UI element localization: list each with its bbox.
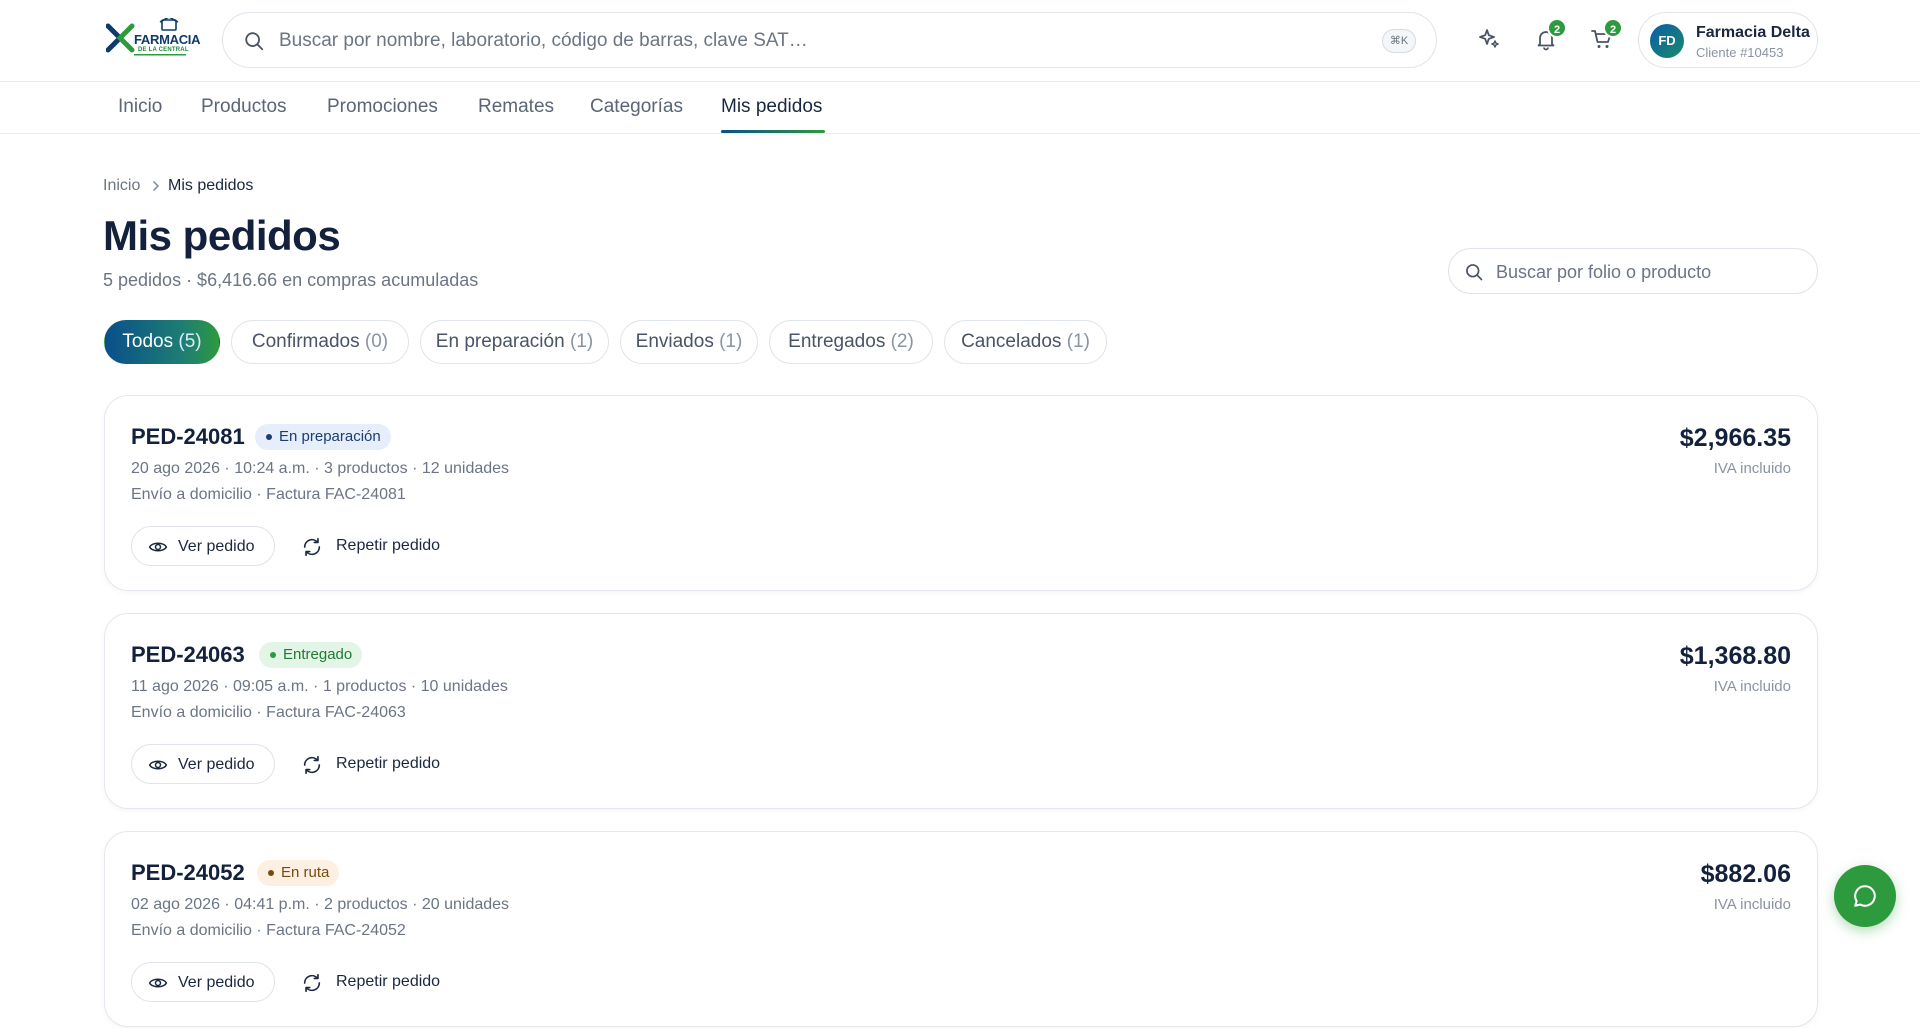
account-client-number: Cliente #10453	[1696, 45, 1784, 60]
filter-entregados[interactable]: Entregados (2)	[769, 320, 933, 364]
filter-label: Cancelados	[961, 331, 1062, 352]
page-title: Mis pedidos	[103, 212, 341, 259]
filter-label: Entregados	[788, 331, 886, 352]
chat-bubble-icon	[1854, 885, 1876, 907]
view-order-button[interactable]: Ver pedido	[131, 744, 275, 784]
eye-icon	[148, 760, 168, 770]
order-date-items: 20 ago 2026 · 10:24 a.m. · 3 productos ·…	[131, 460, 510, 477]
repeat-order-label: Repetir pedido	[336, 973, 441, 990]
filter-count: (5)	[178, 331, 202, 352]
repeat-order-button[interactable]: Repetir pedido	[299, 962, 449, 1002]
main-nav: Inicio Productos Promociones Remates Cat…	[0, 82, 1920, 134]
order-total: $882.06	[1700, 860, 1791, 888]
status-badge: En ruta	[257, 860, 340, 886]
view-order-label: Ver pedido	[178, 974, 255, 991]
status-dot	[270, 652, 276, 658]
brand-logo[interactable]: FARMACIA DE LA CENTRAL	[105, 16, 201, 60]
avatar: FD	[1650, 24, 1684, 58]
order-tax-note: IVA incluido	[1713, 460, 1791, 477]
filter-count: (1)	[1066, 331, 1090, 352]
global-search[interactable]: Buscar por nombre, laboratorio, código d…	[222, 12, 1437, 68]
nav-item-categorias[interactable]: Categorías	[590, 96, 683, 118]
filter-count: (1)	[719, 331, 743, 352]
order-date-items: 02 ago 2026 · 04:41 p.m. · 2 productos ·…	[131, 896, 510, 913]
chevron-right-icon	[153, 181, 160, 191]
order-tax-note: IVA incluido	[1713, 678, 1791, 695]
nav-item-promociones[interactable]: Promociones	[327, 96, 438, 118]
top-header: FARMACIA DE LA CENTRAL Buscar por nombre…	[0, 0, 1920, 82]
order-date-items: 11 ago 2026 · 09:05 a.m. · 1 productos ·…	[131, 678, 508, 695]
account-menu[interactable]: FD Farmacia Delta Cliente #10453	[1638, 12, 1818, 68]
filter-count: (2)	[890, 331, 914, 352]
filter-enviados[interactable]: Enviados (1)	[620, 320, 758, 364]
repeat-order-button[interactable]: Repetir pedido	[299, 526, 449, 566]
search-icon	[1466, 264, 1483, 281]
order-shipping-invoice: Envío a domicilio · Factura FAC-24052	[131, 922, 406, 939]
order-folio: PED-24052	[131, 860, 245, 885]
filter-cancelados[interactable]: Cancelados (1)	[944, 320, 1107, 364]
filter-count: (1)	[569, 331, 594, 352]
eye-icon	[148, 542, 168, 552]
refresh-icon	[303, 973, 321, 993]
status-dot	[266, 434, 272, 440]
global-search-input[interactable]: Buscar por nombre, laboratorio, código d…	[279, 30, 808, 52]
nav-item-inicio[interactable]: Inicio	[118, 96, 162, 118]
order-card[interactable]: PED-24052 En ruta 02 ago 2026 · 04:41 p.…	[104, 831, 1818, 1027]
filter-label: Confirmados	[251, 331, 360, 352]
search-icon	[245, 32, 264, 51]
notifications-badge: 2	[1547, 18, 1567, 38]
logo-subtitle: DE LA CENTRAL	[138, 47, 189, 53]
filter-label: Todos	[122, 331, 174, 352]
order-tax-note: IVA incluido	[1713, 896, 1791, 913]
order-shipping-invoice: Envío a domicilio · Factura FAC-24081	[131, 486, 406, 503]
filter-todos[interactable]: Todos (5)	[104, 320, 220, 364]
logo-wordmark: FARMACIA	[134, 32, 201, 47]
order-card[interactable]: PED-24063 Entregado 11 ago 2026 · 09:05 …	[104, 613, 1818, 809]
order-total: $1,368.80	[1679, 642, 1791, 670]
repeat-order-label: Repetir pedido	[336, 755, 441, 772]
filter-count: (0)	[364, 331, 389, 352]
status-label: En ruta	[281, 864, 330, 881]
status-badge: Entregado	[259, 642, 363, 668]
nav-item-remates[interactable]: Remates	[478, 96, 554, 118]
cart-badge: 2	[1603, 18, 1623, 38]
refresh-icon	[303, 755, 321, 775]
order-folio: PED-24081	[131, 424, 245, 449]
folio-search-input[interactable]: Buscar por folio o producto	[1496, 262, 1711, 283]
status-label: En preparación	[279, 428, 381, 445]
nav-item-productos[interactable]: Productos	[201, 96, 287, 118]
order-total: $2,966.35	[1679, 424, 1791, 452]
view-order-label: Ver pedido	[178, 538, 255, 555]
assistant-button[interactable]	[1472, 22, 1506, 56]
nav-item-mis-pedidos[interactable]: Mis pedidos	[721, 96, 822, 118]
status-badge: En preparación	[255, 424, 391, 450]
filter-label: Enviados	[635, 331, 714, 352]
filter-en-preparacion[interactable]: En preparación (1)	[420, 320, 609, 364]
breadcrumb-home[interactable]: Inicio	[103, 177, 140, 195]
repeat-order-label: Repetir pedido	[336, 537, 441, 554]
repeat-order-button[interactable]: Repetir pedido	[299, 744, 449, 784]
status-dot	[268, 870, 274, 876]
status-label: Entregado	[283, 646, 353, 663]
nav-active-indicator	[721, 130, 825, 133]
filter-label: En preparación	[435, 331, 565, 352]
breadcrumb-current: Mis pedidos	[168, 177, 254, 194]
folio-search[interactable]: Buscar por folio o producto	[1448, 248, 1818, 294]
refresh-icon	[303, 537, 321, 557]
sparkles-icon	[1479, 29, 1499, 48]
view-order-button[interactable]: Ver pedido	[131, 526, 275, 566]
order-folio: PED-24063	[131, 642, 245, 667]
search-shortcut-hint: ⌘K	[1382, 29, 1416, 53]
filter-confirmados[interactable]: Confirmados (0)	[231, 320, 409, 364]
order-card[interactable]: PED-24081 En preparación 20 ago 2026 · 1…	[104, 395, 1818, 591]
view-order-button[interactable]: Ver pedido	[131, 962, 275, 1002]
eye-icon	[148, 978, 168, 988]
cart-button[interactable]: 2	[1585, 18, 1623, 56]
chat-button[interactable]	[1834, 865, 1896, 927]
notifications-button[interactable]: 2	[1529, 18, 1567, 56]
view-order-label: Ver pedido	[178, 756, 255, 773]
order-shipping-invoice: Envío a domicilio · Factura FAC-24063	[131, 704, 406, 721]
account-name: Farmacia Delta	[1696, 24, 1810, 41]
orders-summary: 5 pedidos · $6,416.66 en compras acumula…	[103, 270, 479, 290]
